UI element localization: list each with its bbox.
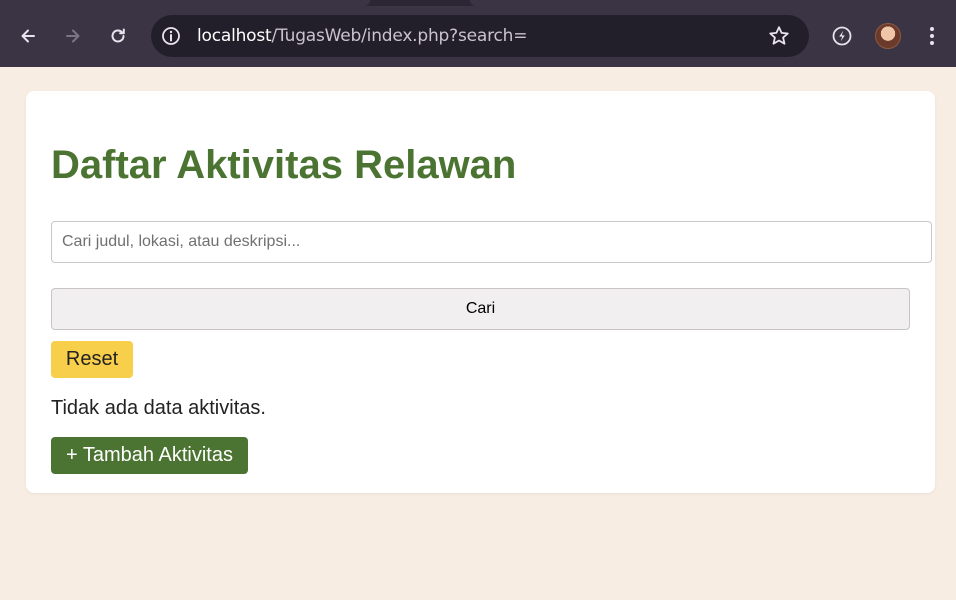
url-host: localhost	[197, 26, 272, 46]
search-input[interactable]	[51, 221, 932, 263]
search-button[interactable]: Cari	[51, 288, 910, 330]
kebab-menu-icon[interactable]	[922, 24, 942, 48]
star-icon[interactable]	[767, 24, 791, 48]
browser-toolbar: localhost/TugasWeb/index.php?search=	[0, 0, 956, 67]
lightning-icon[interactable]	[830, 24, 854, 48]
reset-button[interactable]: Reset	[51, 341, 133, 378]
forward-button[interactable]	[59, 22, 87, 50]
arrow-left-icon	[21, 29, 35, 43]
tab-strip-right	[470, 0, 956, 6]
profile-avatar[interactable]	[875, 23, 901, 49]
reload-button[interactable]	[104, 22, 132, 50]
info-icon[interactable]	[161, 26, 181, 46]
url-path: /TugasWeb/index.php?search=	[271, 26, 528, 46]
tab-strip-left	[0, 0, 370, 6]
back-button[interactable]	[14, 22, 42, 50]
page-title: Daftar Aktivitas Relawan	[51, 143, 517, 187]
add-activity-button[interactable]: + Tambah Aktivitas	[51, 437, 248, 474]
arrow-right-icon	[66, 29, 80, 43]
content-card: Daftar Aktivitas Relawan Cari Reset Tida…	[26, 91, 935, 493]
empty-state-message: Tidak ada data aktivitas.	[51, 397, 266, 419]
page-body: Daftar Aktivitas Relawan Cari Reset Tida…	[0, 67, 956, 600]
url-text[interactable]: localhost/TugasWeb/index.php?search=	[197, 26, 527, 46]
reload-icon	[111, 28, 125, 43]
